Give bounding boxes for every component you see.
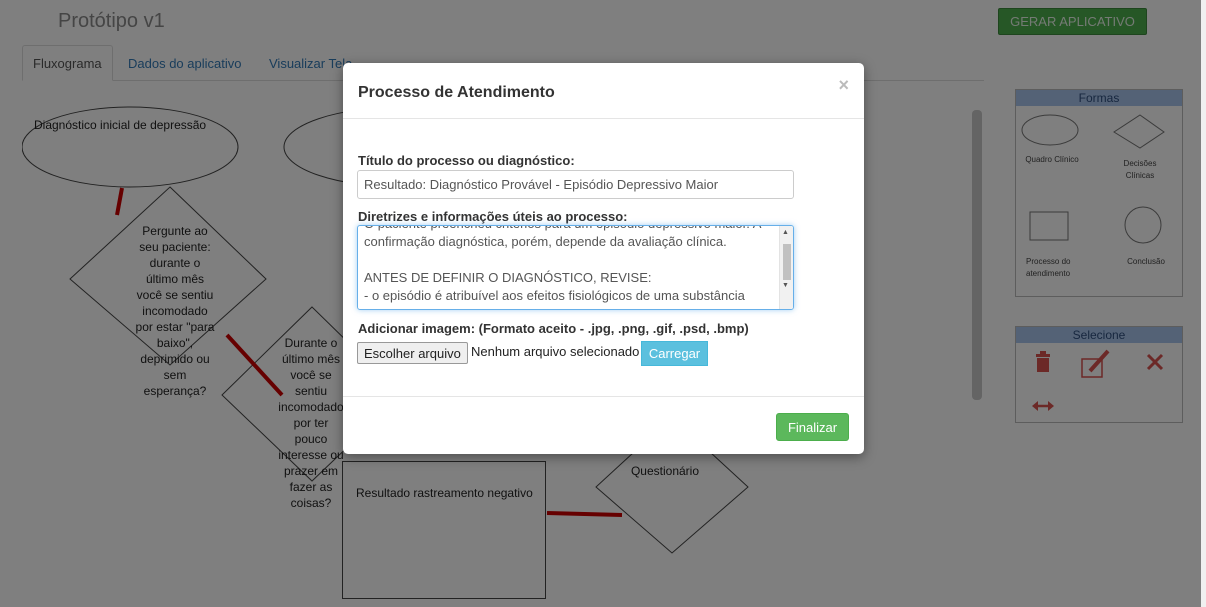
textarea-scrollbar[interactable]: ▲ ▼ (779, 226, 793, 309)
window-edge (1201, 0, 1206, 607)
modal-title: Processo de Atendimento (358, 84, 555, 101)
upload-button[interactable]: Carregar (641, 341, 708, 366)
choose-file-button[interactable]: Escolher arquivo (357, 342, 468, 364)
scroll-down-icon[interactable]: ▼ (782, 282, 789, 289)
finish-button[interactable]: Finalizar (776, 413, 849, 441)
close-icon[interactable]: × (838, 75, 849, 96)
file-status: Nenhum arquivo selecionado (471, 344, 640, 359)
modal-footer: Finalizar (343, 396, 864, 454)
guidelines-text: O paciente preencheu critérios para um e… (364, 226, 761, 303)
image-label: Adicionar imagem: (Formato aceito - .jpg… (358, 321, 749, 336)
scroll-up-icon[interactable]: ▲ (782, 229, 789, 236)
title-field-input[interactable] (357, 170, 794, 199)
guidelines-textarea[interactable]: O paciente preencheu critérios para um e… (357, 225, 794, 310)
scroll-thumb[interactable] (783, 244, 791, 280)
guidelines-label: Diretrizes e informações úteis ao proces… (358, 209, 628, 224)
process-modal: Processo de Atendimento × Título do proc… (343, 63, 864, 454)
title-field-label: Título do processo ou diagnóstico: (358, 153, 575, 168)
modal-header: Processo de Atendimento × (343, 63, 864, 119)
